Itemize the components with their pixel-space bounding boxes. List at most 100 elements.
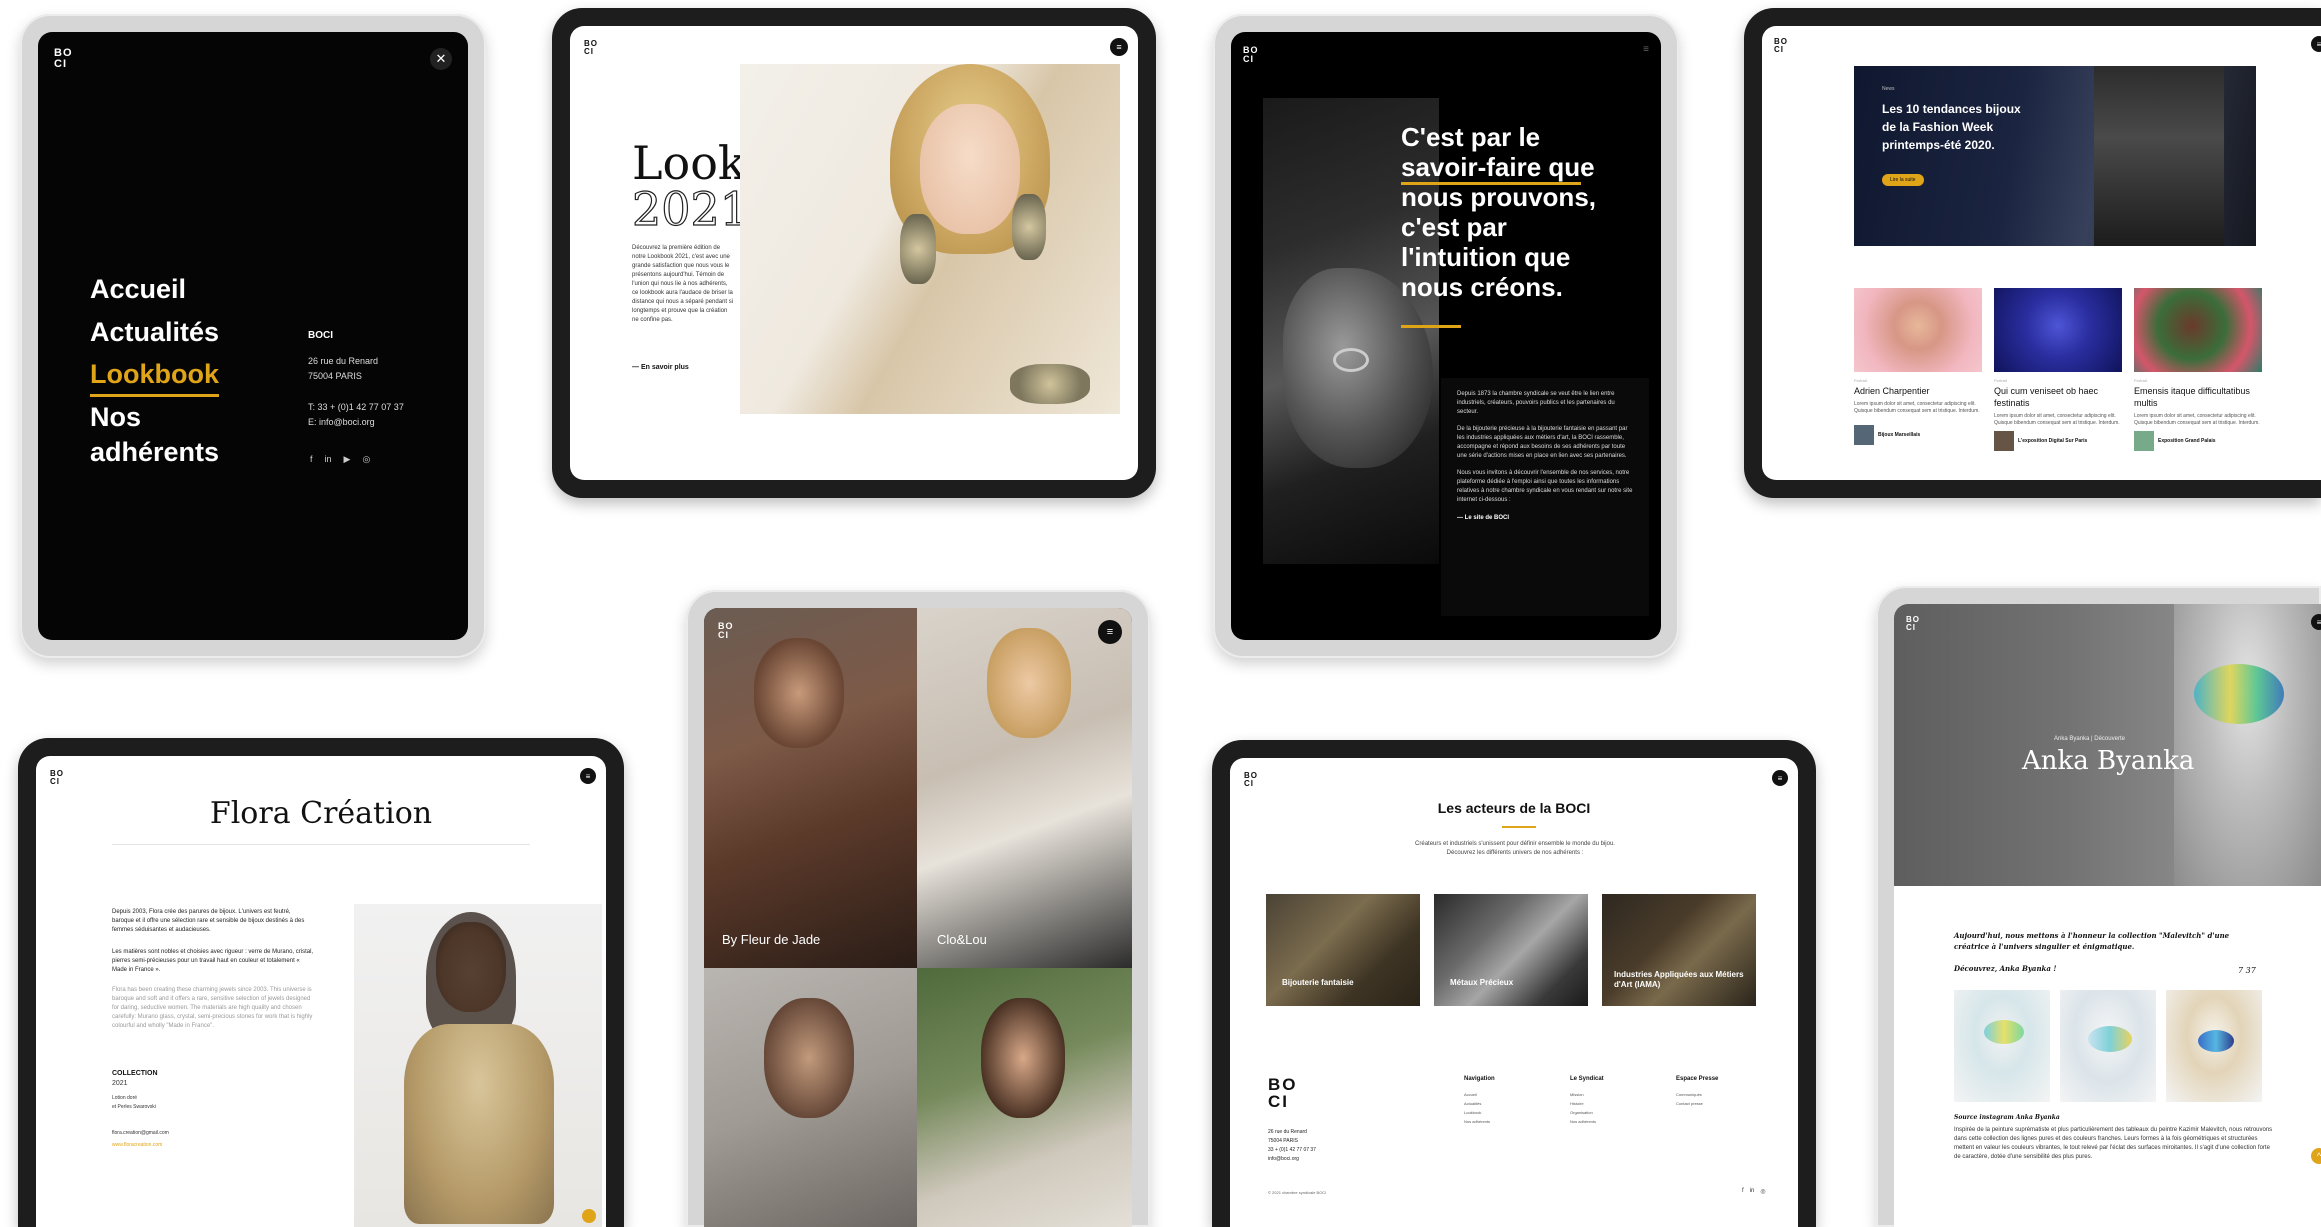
card-title: Adrien Charpentier: [1854, 386, 1930, 396]
card-title: Emensis itaque difficultatibus multis: [2134, 386, 2250, 408]
grid-tile[interactable]: [917, 968, 1132, 1227]
tile-figure: [764, 998, 854, 1118]
facebook-icon[interactable]: f: [310, 454, 313, 465]
card-title: Qui cum veniseet ob haec festinatis: [1994, 386, 2099, 408]
breadcrumb-item[interactable]: Découverte: [2094, 736, 2125, 742]
footer-copyright: © 2021 chambre syndicale BOCI: [1268, 1190, 1327, 1195]
card-footer: L'exposition Digital Sur Paris: [1994, 431, 2122, 451]
footer-link[interactable]: Contact presse: [1676, 1099, 1766, 1108]
instagram-icon[interactable]: ◎: [1760, 1188, 1765, 1195]
grid-tile[interactable]: By Fleur de Jade: [704, 608, 917, 968]
category-card-iama[interactable]: Industries Appliquées aux Métiers d'Art …: [1602, 894, 1756, 1006]
hero-figure: [2174, 604, 2321, 886]
footer-link[interactable]: Lookbook: [1464, 1108, 1554, 1117]
boci-logo[interactable]: BO CI: [1243, 46, 1259, 64]
instagram-icon[interactable]: ◎: [362, 454, 370, 465]
anka-breadcrumb: Anka Byanka | Découverte: [2054, 736, 2125, 742]
boci-logo[interactable]: BO CI: [1774, 38, 1788, 54]
card-text: Lorem ipsum dolor sit amet, consectetur …: [2134, 413, 2260, 426]
linkedin-icon[interactable]: in: [325, 454, 332, 465]
category-card-bijouterie[interactable]: Bijouterie fantaisie: [1266, 894, 1420, 1006]
lookbook-cta[interactable]: — En savoir plus: [632, 364, 689, 371]
card-category: Portrait: [1854, 378, 1867, 383]
footer-logo[interactable]: BO CI: [1268, 1076, 1298, 1110]
boci-logo[interactable]: BO CI: [54, 48, 73, 70]
news-card[interactable]: Portrait Adrien Charpentier Lorem ipsum …: [1854, 288, 1982, 451]
flora-email[interactable]: flora.creation@gmail.com: [112, 1130, 169, 1136]
flora-website[interactable]: www.floracreation.com: [112, 1142, 162, 1148]
nav-item-accueil[interactable]: Accueil: [90, 268, 240, 311]
menu-icon[interactable]: ≡: [1110, 38, 1128, 56]
anka-discover: Découvrez, Anka Byanka !: [1954, 964, 2057, 973]
footer-link[interactable]: Nos adhérents: [1570, 1117, 1660, 1126]
footer-link[interactable]: Nos adhérents: [1464, 1117, 1554, 1126]
category-label: Industries Appliquées aux Métiers d'Art …: [1614, 970, 1744, 989]
footer-link[interactable]: Histoire: [1570, 1099, 1660, 1108]
nav-item-nos-adherents[interactable]: Nos adhérents: [90, 400, 240, 470]
gallery-image[interactable]: [1954, 990, 2050, 1102]
savoir-cta[interactable]: — Le site de BOCI: [1457, 515, 1633, 521]
boci-logo[interactable]: BO CI: [1244, 772, 1258, 788]
boci-logo[interactable]: BO CI: [1906, 616, 1920, 632]
breadcrumb-item[interactable]: Anka Byanka: [2054, 736, 2089, 742]
category-card-metaux[interactable]: Métaux Précieux: [1434, 894, 1588, 1006]
gallery-image[interactable]: [2060, 990, 2156, 1102]
linkedin-icon[interactable]: in: [1750, 1188, 1755, 1195]
footer-social: f in ◎: [1742, 1188, 1766, 1195]
grid-tile[interactable]: [704, 968, 917, 1227]
savoir-para-3: Nous vous invitons à découvrir l'ensembl…: [1457, 470, 1633, 503]
menu-icon[interactable]: ≡: [1098, 620, 1122, 644]
menu-icon[interactable]: ≡: [580, 768, 596, 784]
facebook-icon[interactable]: f: [1742, 1188, 1744, 1195]
main-nav: Accueil Actualités Lookbook Nos adhérent…: [90, 268, 240, 470]
boci-logo[interactable]: BO CI: [50, 770, 64, 786]
close-icon[interactable]: ✕: [430, 48, 452, 70]
savoir-headline: C'est par le savoir-faire que nous prouv…: [1401, 122, 1596, 302]
footer-link[interactable]: Communiqués: [1676, 1090, 1766, 1099]
menu-icon[interactable]: ≡: [1772, 770, 1788, 786]
news-screen: BO CI ≡ News Les 10 tendances bijoux de l…: [1762, 26, 2321, 480]
menu-icon[interactable]: ≡: [2311, 614, 2321, 630]
hero-label: News: [1882, 86, 1895, 92]
news-hero: News Les 10 tendances bijoux de la Fashi…: [1854, 66, 2256, 246]
footer-col-presse: Espace Presse Communiqués Contact presse: [1676, 1076, 1766, 1108]
footer-col-syndicat: Le Syndicat Mission Histoire Organisatio…: [1570, 1076, 1660, 1126]
tile-figure: [987, 628, 1071, 738]
footer-link[interactable]: Organisation: [1570, 1108, 1660, 1117]
card-category: Portrait: [2134, 378, 2147, 383]
card-footer: Exposition Grand Palais: [2134, 431, 2262, 451]
hero-read-more-button[interactable]: Lire la suite: [1882, 174, 1924, 186]
category-label: Bijouterie fantaisie: [1282, 978, 1354, 987]
tile-figure: [754, 638, 844, 748]
youtube-icon[interactable]: ▶: [344, 454, 351, 465]
news-card[interactable]: Portrait Qui cum veniseet ob haec festin…: [1994, 288, 2122, 451]
card-footer-title: Exposition Grand Palais: [2158, 438, 2216, 444]
anka-intro: Aujourd'hui, nous mettons à l'honneur la…: [1954, 931, 2230, 951]
menu-icon[interactable]: ≡: [1643, 44, 1649, 55]
anka-title: Anka Byanka: [2022, 746, 2195, 776]
gallery-image[interactable]: [2166, 990, 2262, 1102]
nav-item-lookbook[interactable]: Lookbook: [90, 354, 219, 397]
scroll-up-icon[interactable]: ^: [2311, 1148, 2321, 1164]
footer-link[interactable]: Accueil: [1464, 1090, 1554, 1099]
social-links: f in ▶ ◎: [310, 454, 370, 465]
news-cards: Portrait Adrien Charpentier Lorem ipsum …: [1854, 288, 2274, 451]
org-contact: T: 33 + (0)1 42 77 07 37 E: info@boci.or…: [308, 402, 404, 427]
boci-logo[interactable]: BO CI: [718, 622, 734, 640]
hero-title: Les 10 tendances bijoux de la Fashion We…: [1882, 102, 2021, 152]
lookbook-year: 2021: [631, 181, 750, 236]
news-card[interactable]: Portrait Emensis itaque difficultatibus …: [2134, 288, 2262, 451]
acteurs-screen: BO CI ≡ Les acteurs de la BOCI Créateurs …: [1230, 758, 1798, 1227]
footer-link[interactable]: Mission: [1570, 1090, 1660, 1099]
footer-link[interactable]: Actualités: [1464, 1099, 1554, 1108]
collection-items: Lotion doré et Perles Swarovski: [112, 1095, 156, 1110]
model-bracelet: [1010, 364, 1090, 404]
menu-icon[interactable]: ≡: [2311, 36, 2321, 52]
category-label: Métaux Précieux: [1450, 978, 1514, 987]
yellow-accent-icon[interactable]: [582, 1209, 596, 1223]
flora-para-2: Les matières sont nobles et choisies ave…: [112, 949, 314, 973]
nav-item-actualites[interactable]: Actualités: [90, 311, 240, 354]
grid-tile[interactable]: Clo&Lou: [917, 608, 1132, 968]
boci-logo[interactable]: BO CI: [584, 40, 598, 56]
flora-para-1: Depuis 2003, Flora crée des parures de b…: [112, 909, 305, 933]
